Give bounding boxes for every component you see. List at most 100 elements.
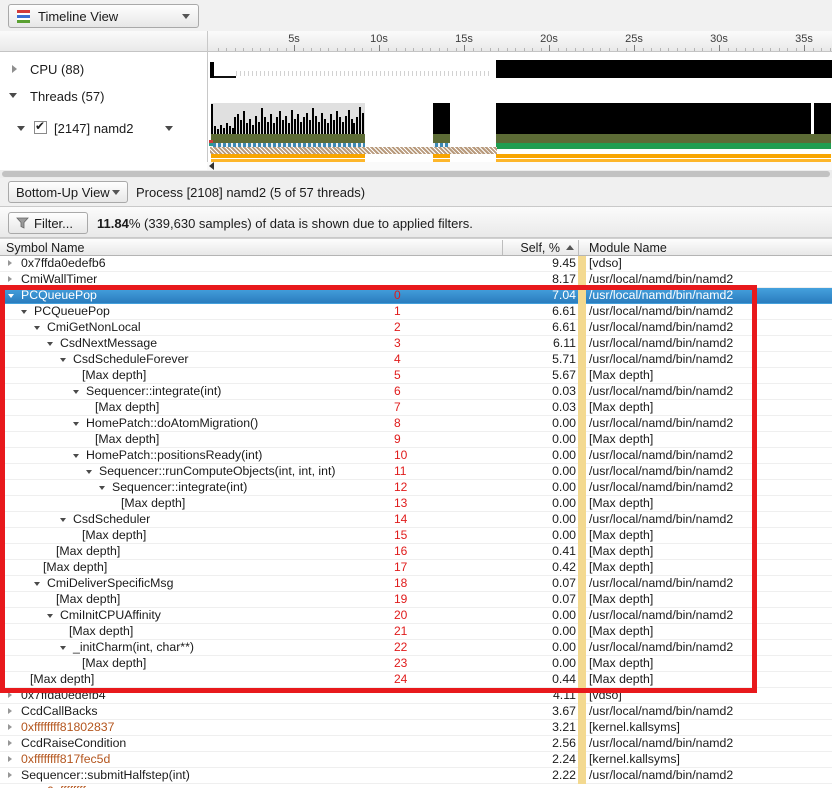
expand-arrow-icon[interactable] [8,272,21,286]
table-row[interactable]: [Max depth]170.42[Max depth] [0,560,832,576]
thread-options-arrow-icon[interactable] [165,126,173,131]
column-resize-handle[interactable] [502,240,503,255]
collapse-arrow-icon[interactable] [60,512,73,526]
collapse-arrow-icon[interactable] [8,288,21,302]
table-row[interactable]: CmiGetNonLocal26.61/usr/local/namd/bin/n… [0,320,832,336]
collapse-arrow-icon[interactable] [73,448,86,462]
threads-row-label[interactable]: Threads (57) [30,89,104,104]
expand-arrow-icon[interactable] [8,736,21,750]
timeline-view-dropdown[interactable]: Timeline View [8,4,199,28]
collapse-arrow-icon[interactable] [34,320,47,334]
table-row[interactable]: [Max depth]160.41[Max depth] [0,544,832,560]
filter-button[interactable]: Filter... [8,212,88,234]
sorted-column-stripe [578,672,586,688]
table-row[interactable]: 0x7ffda0edefb44.11[vdso] [0,688,832,704]
table-row[interactable]: Sequencer::submitHalfstep(int)2.22/usr/l… [0,768,832,784]
cpu-row-label[interactable]: CPU (88) [30,62,84,77]
symbol-name: [Max depth] [56,592,120,606]
table-row[interactable]: [Max depth]150.00[Max depth] [0,528,832,544]
annotation-number: 20 [394,608,407,623]
symbol-cell: [Max depth] [0,432,489,448]
table-row[interactable]: CcdRaiseCondition2.56/usr/local/namd/bin… [0,736,832,752]
table-row[interactable]: [Max depth]130.00[Max depth] [0,496,832,512]
sorted-column-stripe [578,528,586,544]
collapse-arrow-icon[interactable] [17,126,25,131]
table-row[interactable]: [Max depth]70.03[Max depth] [0,400,832,416]
collapse-arrow-icon[interactable] [73,384,86,398]
module-name: /usr/local/namd/bin/namd2 [589,288,830,303]
call-tree-grid[interactable]: 0x7ffda0edefb69.45[vdso]CmiWallTimer8.17… [0,256,832,788]
table-row[interactable]: PCQueuePop07.04/usr/local/namd/bin/namd2 [0,288,832,304]
table-row[interactable]: 0x7ffda0edefb69.45[vdso] [0,256,832,272]
ruler-tick [277,48,278,51]
expand-arrow-icon[interactable] [12,65,17,73]
expand-arrow-icon[interactable] [8,768,21,782]
collapse-arrow-icon[interactable] [86,464,99,478]
table-row[interactable]: 0xffffffff [0,784,832,788]
expand-arrow-icon[interactable] [8,688,21,702]
expand-arrow-icon[interactable] [8,256,21,270]
collapse-arrow-icon[interactable] [47,608,60,622]
table-row[interactable]: CsdNextMessage36.11/usr/local/namd/bin/n… [0,336,832,352]
table-row[interactable]: CcdCallBacks3.67/usr/local/namd/bin/namd… [0,704,832,720]
column-header-module[interactable]: Module Name [589,241,667,255]
column-header-symbol[interactable]: Symbol Name [6,241,85,255]
expand-arrow-icon[interactable] [8,720,21,734]
collapse-arrow-icon[interactable] [9,93,17,98]
collapse-arrow-icon[interactable] [21,304,34,318]
annotation-number: 17 [394,560,407,575]
histogram-bar [321,113,323,134]
table-row[interactable]: HomePatch::doAtomMigration()80.00/usr/lo… [0,416,832,432]
table-row[interactable]: _initCharm(int, char**)220.00/usr/local/… [0,640,832,656]
collapse-arrow-icon[interactable] [60,640,73,654]
collapse-arrow-icon[interactable] [99,480,112,494]
module-name: /usr/local/namd/bin/namd2 [589,768,830,783]
self-percent-value: 3.21 [502,720,576,735]
column-resize-handle[interactable] [578,240,579,255]
ruler-tick [600,48,601,51]
collapse-arrow-icon[interactable] [73,416,86,430]
table-row[interactable]: [Max depth]210.00[Max depth] [0,624,832,640]
symbol-name: CcdCallBacks [21,704,98,718]
table-row[interactable]: 0xffffffff817fec5d2.24[kernel.kallsyms] [0,752,832,768]
bottom-up-view-dropdown[interactable]: Bottom-Up View [8,181,128,203]
time-ruler[interactable]: 5s10s15s20s25s30s35s [0,31,832,52]
table-row[interactable]: [Max depth]230.00[Max depth] [0,656,832,672]
table-row[interactable]: 0xffffffff818028373.21[kernel.kallsyms] [0,720,832,736]
thread-checkbox[interactable]: ✔ [34,121,47,134]
table-row[interactable]: Sequencer::integrate(int)60.03/usr/local… [0,384,832,400]
collapse-arrow-icon[interactable] [47,336,60,350]
table-row[interactable]: [Max depth]240.44[Max depth] [0,672,832,688]
expand-arrow-icon[interactable] [8,704,21,718]
table-row[interactable]: CmiInitCPUAffinity200.00/usr/local/namd/… [0,608,832,624]
table-row[interactable]: Sequencer::runComputeObjects(int, int, i… [0,464,832,480]
module-name: [vdso] [589,688,830,703]
ruler-tick [821,48,822,51]
expand-arrow-icon[interactable] [34,784,47,788]
table-row[interactable]: [Max depth]190.07[Max depth] [0,592,832,608]
ruler-tick-label: 10s [364,33,394,45]
table-row[interactable]: CsdScheduleForever45.71/usr/local/namd/b… [0,352,832,368]
symbol-cell: [Max depth] [0,544,450,560]
table-row[interactable]: CsdScheduler140.00/usr/local/namd/bin/na… [0,512,832,528]
annotation-number: 22 [394,640,407,655]
ruler-tick [354,48,355,51]
table-row[interactable]: [Max depth]90.00[Max depth] [0,432,832,448]
annotation-number: 24 [394,672,407,687]
table-row[interactable]: Sequencer::integrate(int)120.00/usr/loca… [0,480,832,496]
column-header-self[interactable]: Self, % [500,241,560,255]
panel-divider[interactable] [207,31,208,170]
pane-splitter[interactable] [0,170,832,178]
hscrollbar-thumb[interactable] [2,171,830,177]
table-row[interactable]: [Max depth]55.67[Max depth] [0,368,832,384]
expand-arrow-icon[interactable] [8,752,21,766]
collapse-arrow-icon[interactable] [34,576,47,590]
table-row[interactable]: CmiDeliverSpecificMsg180.07/usr/local/na… [0,576,832,592]
table-row[interactable]: PCQueuePop16.61/usr/local/namd/bin/namd2 [0,304,832,320]
collapse-arrow-icon[interactable] [60,352,73,366]
table-row[interactable]: HomePatch::positionsReady(int)100.00/usr… [0,448,832,464]
timeline-hscrollbar[interactable] [207,162,832,170]
table-row[interactable]: CmiWallTimer8.17/usr/local/namd/bin/namd… [0,272,832,288]
scroll-left-icon[interactable] [209,162,214,170]
thread-row-label[interactable]: [2147] namd2 [54,121,134,136]
